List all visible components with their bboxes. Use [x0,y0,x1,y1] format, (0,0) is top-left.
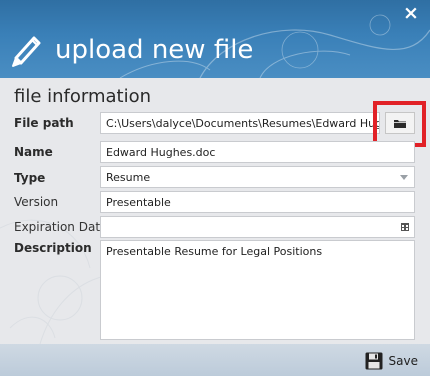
type-label: Type [14,171,46,185]
expiration-date-input[interactable] [100,216,415,238]
dialog-footer: Save [0,344,430,376]
type-select-value: Resume [106,171,151,184]
file-path-label: File path [14,116,74,130]
calendar-icon[interactable] [401,223,409,231]
dialog-header: × upload new file [0,0,430,78]
close-icon[interactable]: × [402,4,420,23]
floppy-disk-icon [365,352,383,370]
upload-file-dialog: × upload new file file information File … [0,0,430,376]
save-button[interactable]: Save [365,352,418,370]
description-textarea[interactable]: Presentable Resume for Legal Positions [100,240,415,340]
expiration-date-label: Expiration Date [14,220,108,234]
type-select[interactable]: Resume [100,166,415,188]
file-path-input[interactable]: C:\Users\dalyce\Documents\Resumes\Edward… [100,112,380,134]
name-label: Name [14,145,53,159]
section-title: file information [14,86,152,107]
save-label: Save [388,354,418,368]
name-input[interactable]: Edward Hughes.doc [100,141,415,163]
dialog-title: upload new file [55,35,254,65]
pencil-icon [12,36,41,67]
version-input[interactable]: Presentable [100,191,415,213]
description-label: Description [14,241,92,255]
chevron-down-icon [400,175,408,180]
version-label: Version [14,195,59,209]
